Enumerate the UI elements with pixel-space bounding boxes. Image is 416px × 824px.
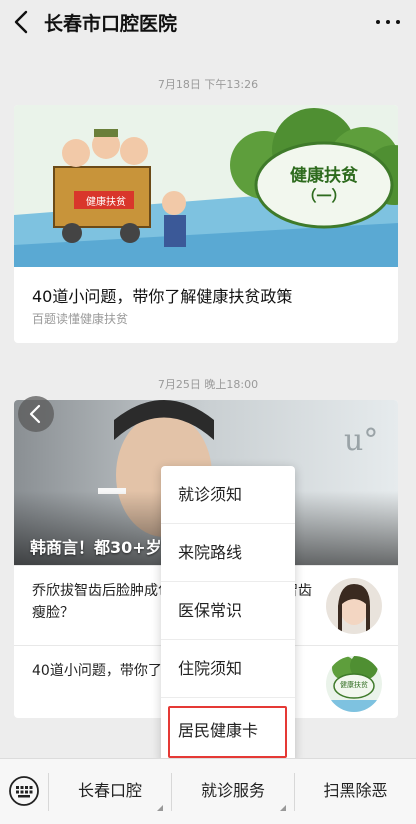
chevron-left-icon[interactable]	[6, 6, 38, 38]
bottom-menu-label: 长春口腔	[77, 781, 142, 800]
menu-item-inpatient[interactable]: 住院须知	[161, 640, 295, 698]
bottom-menu-label: 扫黑除恶	[323, 781, 388, 800]
bottom-menu-bar: 长春口腔 就诊服务 扫黑除恶	[0, 758, 416, 824]
list-item-thumbnail: 健康扶贫	[326, 656, 382, 712]
article-cover-image: 健康扶贫 （一） 健康扶贫	[14, 105, 398, 267]
message-timestamp: 7月25日 晚上18:00	[157, 378, 259, 391]
cart-label: 健康扶贫	[86, 197, 126, 208]
message-timestamp: 7月18日 下午13:26	[157, 78, 259, 91]
page-title: 长春市口腔医院	[44, 13, 178, 35]
submenu-indicator-icon	[280, 805, 286, 811]
article-title: 40道小问题，带你了解健康扶贫政策	[32, 287, 293, 306]
more-dots-icon[interactable]	[374, 10, 402, 34]
bottom-menu-label: 就诊服务	[200, 781, 265, 800]
thumb-text: 健康扶贫	[340, 681, 368, 689]
chevron-left-icon[interactable]	[18, 396, 54, 432]
menu-item-insurance[interactable]: 医保常识	[161, 582, 295, 640]
cover-banner-text: 健康扶贫	[290, 166, 358, 186]
list-item-thumbnail	[326, 578, 382, 634]
cover-banner-sub: （一）	[301, 187, 347, 205]
top-bar: 长春市口腔医院	[0, 0, 416, 44]
keyboard-icon[interactable]	[8, 775, 40, 807]
article-subtitle: 百题读懂健康扶贫	[32, 312, 129, 326]
highlight-box	[168, 706, 287, 758]
bottom-menu-medical-service[interactable]: 就诊服务	[172, 759, 294, 824]
article-card[interactable]: 健康扶贫 （一） 健康扶贫 40道小问题，带你了解健康扶贫政策 百题读懂健康扶贫	[14, 105, 398, 343]
bottom-menu-anti-crime[interactable]: 扫黑除恶	[295, 759, 416, 824]
submenu-indicator-icon	[157, 805, 163, 811]
menu-item-route[interactable]: 来院路线	[161, 524, 295, 582]
menu-item-visit-notice[interactable]: 就诊须知	[161, 466, 295, 524]
bottom-menu-changchun-dental[interactable]: 长春口腔	[49, 759, 171, 824]
